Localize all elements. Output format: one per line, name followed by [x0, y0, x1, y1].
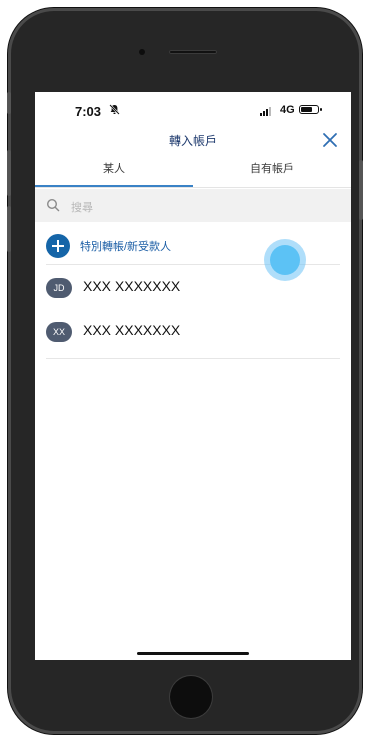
- home-indicator: [137, 652, 249, 655]
- nav-bar: 轉入帳戶: [35, 128, 351, 152]
- tab-own-accounts[interactable]: 自有帳戶: [193, 154, 351, 187]
- close-button[interactable]: [320, 130, 340, 150]
- search-input[interactable]: 搜尋: [35, 189, 351, 222]
- close-icon: [323, 133, 337, 147]
- tab-bar: 某人 自有帳戶: [35, 154, 351, 188]
- search-icon: [46, 198, 60, 212]
- volume-up-button: [7, 150, 11, 196]
- tab-someone[interactable]: 某人: [35, 154, 193, 187]
- earpiece-speaker: [169, 50, 217, 54]
- touch-indicator: [264, 239, 306, 281]
- battery-level: [301, 107, 312, 112]
- avatar: XX: [46, 322, 72, 342]
- plus-icon: [46, 234, 70, 258]
- battery-icon: [299, 105, 322, 114]
- mute-switch: [7, 92, 11, 114]
- tabs-divider: [35, 187, 351, 188]
- add-payee-label: 特別轉帳/新受款人: [80, 241, 172, 253]
- contact-name: XXX XXXXXXX: [83, 278, 181, 294]
- search-placeholder: 搜尋: [71, 202, 93, 214]
- page-title: 轉入帳戶: [168, 134, 217, 148]
- volume-down-button: [7, 206, 11, 252]
- home-button[interactable]: [170, 676, 212, 718]
- divider: [46, 358, 340, 359]
- status-time: 7:03: [75, 104, 102, 119]
- contact-name: XXX XXXXXXX: [83, 322, 181, 338]
- avatar: JD: [46, 278, 72, 298]
- signal-icon: [260, 106, 271, 116]
- network-type: 4G: [280, 104, 295, 116]
- status-bar: 7:03 4G: [35, 92, 351, 130]
- contact-item[interactable]: XX XXX XXXXXXX: [46, 312, 340, 354]
- phone-screen: 7:03 4G 轉入帳戶 某人 自有帳戶 搜尋 特別轉帳/新受款人 JD XXX…: [35, 92, 351, 660]
- power-button: [359, 160, 363, 220]
- front-camera: [139, 49, 145, 55]
- bell-slash-icon: [109, 104, 120, 118]
